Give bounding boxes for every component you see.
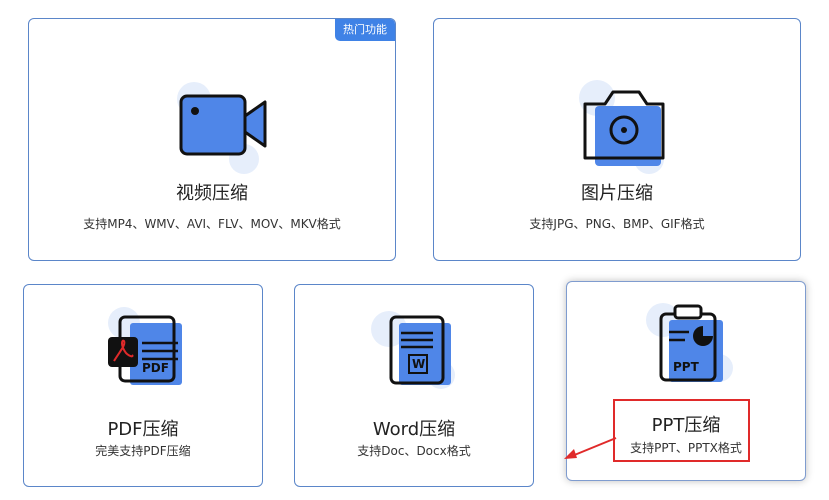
camera-icon [579, 80, 665, 174]
annotation-arrow [564, 437, 617, 459]
pdf-card-title: PDF压缩 [107, 419, 179, 440]
word-card-title: Word压缩 [372, 419, 456, 440]
word-document-icon [371, 311, 455, 389]
image-card-desc: 支持JPG、PNG、BMP、GIF格式 [529, 217, 705, 231]
ppt-icon-label: PPT [673, 360, 699, 374]
word-icon-label: W [412, 357, 426, 371]
word-card-desc: 支持Doc、Docx格式 [357, 444, 471, 458]
annotation-highlight-box [613, 399, 750, 462]
ppt-clipboard-icon [646, 303, 733, 382]
video-compress-card[interactable]: 热门功能 视频压缩 支持MP4、WMV、AVI、FLV、MOV、MKV格式 [28, 18, 396, 261]
video-card-title: 视频压缩 [176, 183, 248, 204]
image-compress-card[interactable]: 图片压缩 支持JPG、PNG、BMP、GIF格式 [433, 18, 801, 261]
video-card-desc: 支持MP4、WMV、AVI、FLV、MOV、MKV格式 [83, 217, 341, 231]
pdf-document-icon [108, 307, 182, 385]
hot-feature-badge: 热门功能 [335, 19, 395, 41]
image-card-title: 图片压缩 [581, 183, 653, 204]
video-camera-icon [177, 82, 267, 174]
word-compress-card[interactable]: W Word压缩 支持Doc、Docx格式 [294, 284, 534, 487]
pdf-compress-card[interactable]: PDF PDF压缩 完美支持PDF压缩 [23, 284, 263, 487]
pdf-icon-label: PDF [142, 361, 169, 375]
pdf-card-desc: 完美支持PDF压缩 [95, 444, 191, 458]
